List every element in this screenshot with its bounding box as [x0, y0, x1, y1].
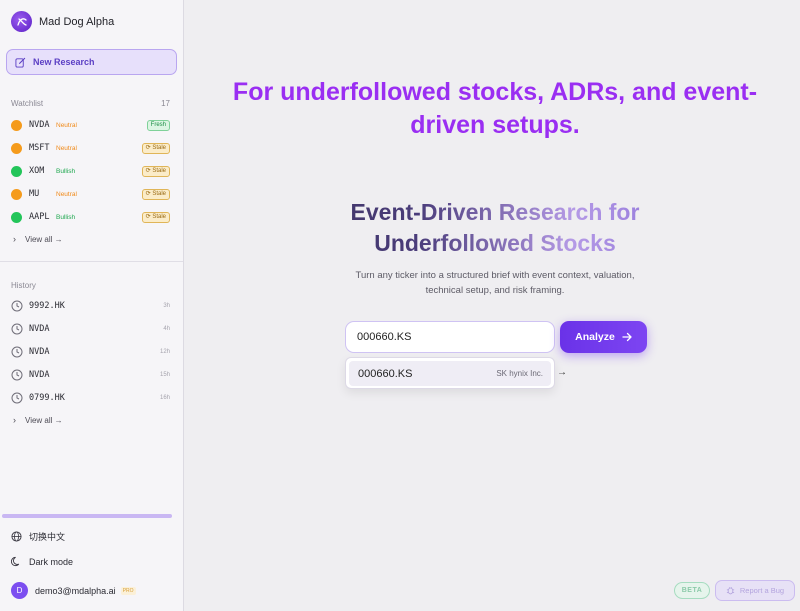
suggestion-company-name: SK hynix Inc.: [496, 369, 543, 378]
clock-icon: [11, 369, 23, 381]
language-label: 切换中文: [29, 532, 66, 542]
sentiment-dot: [11, 142, 22, 154]
beta-badge: BETA: [674, 582, 710, 599]
clock-icon: [11, 323, 23, 335]
history-item[interactable]: 0799.HK 16h: [11, 390, 172, 406]
history-ticker: 9992.HK: [29, 301, 65, 311]
history-item[interactable]: NVDA 15h: [11, 367, 172, 383]
ticker-search-box[interactable]: [345, 321, 555, 353]
watchlist-count: 17: [161, 99, 170, 108]
suggestion-dropdown: 000660.KS SK hynix Inc.: [345, 357, 555, 389]
new-research-label: New Research: [33, 57, 95, 67]
clock-icon: [11, 300, 23, 312]
app-name: Mad Dog Alpha: [39, 15, 115, 28]
language-toggle[interactable]: 切换中文: [11, 530, 65, 543]
new-research-button[interactable]: New Research: [6, 49, 177, 75]
avatar: D: [11, 582, 28, 599]
user-email: demo3@mdalpha.ai: [35, 585, 116, 596]
ticker-search-input[interactable]: [357, 331, 547, 343]
history-time: 3h: [163, 303, 170, 309]
report-bug-label: Report a Bug: [739, 586, 785, 595]
watchlist-sentiment: Neutral: [56, 144, 77, 152]
history-time: 4h: [163, 326, 170, 332]
status-badge: ⟳ Stale: [141, 211, 170, 223]
chevron-right-icon: ›: [13, 234, 16, 244]
history-item[interactable]: NVDA 12h: [11, 344, 172, 360]
view-all-label: View all →: [25, 415, 63, 425]
history-time: 15h: [159, 372, 170, 378]
page-title: Event-Driven Research for Underfollowed …: [300, 197, 690, 259]
watchlist-heading: Watchlist: [11, 99, 44, 108]
suggestion-item[interactable]: 000660.KS SK hynix Inc.: [349, 361, 551, 386]
moon-icon: [11, 556, 20, 567]
clock-icon: [11, 392, 23, 404]
logo-icon: [11, 11, 32, 32]
sidebar: Mad Dog Alpha New Research Watchlist 17 …: [0, 0, 184, 611]
user-account[interactable]: D demo3@mdalpha.ai PRO: [11, 582, 136, 599]
analyze-label: Analyze: [575, 331, 615, 343]
history-item[interactable]: 9992.HK 3h: [11, 298, 172, 314]
status-badge: ⟳ Stale: [141, 142, 170, 154]
status-badge: Fresh: [146, 119, 170, 131]
dark-mode-label: Dark mode: [29, 556, 74, 567]
clock-icon: [11, 346, 23, 358]
history-ticker: NVDA: [29, 324, 50, 334]
history-heading: History: [11, 281, 36, 290]
watchlist-sentiment: Bullish: [56, 167, 76, 175]
watchlist-ticker: NVDA: [29, 120, 50, 130]
watchlist-item-xom[interactable]: XOM Bullish ⟳ Stale: [11, 163, 172, 179]
watchlist-ticker: AAPL: [29, 212, 50, 222]
chevron-right-icon: ›: [13, 415, 16, 425]
status-badge: ⟳ Stale: [141, 165, 170, 177]
watchlist-item-nvda[interactable]: NVDA Neutral Fresh: [11, 117, 172, 133]
watchlist-sentiment: Bullish: [56, 213, 76, 221]
history-ticker: NVDA: [29, 347, 50, 357]
status-badge: ⟳ Stale: [141, 188, 170, 200]
history-time: 12h: [159, 349, 170, 355]
sentiment-dot: [11, 211, 22, 223]
sentiment-dot: [11, 119, 22, 131]
page-subtitle: Turn any ticker into a structured brief …: [355, 270, 635, 296]
watchlist-item-msft[interactable]: MSFT Neutral ⟳ Stale: [11, 140, 172, 156]
watchlist-sentiment: Neutral: [56, 190, 77, 198]
sidebar-scrollbar[interactable]: [2, 514, 172, 518]
sentiment-dot: [11, 165, 22, 177]
watchlist-ticker: XOM: [29, 166, 45, 176]
history-view-all-link[interactable]: › View all →: [13, 415, 63, 425]
bug-icon: [726, 587, 735, 595]
history-ticker: NVDA: [29, 370, 50, 380]
watchlist-item-mu[interactable]: MU Neutral ⟳ Stale: [11, 186, 172, 202]
watchlist-ticker: MU: [29, 189, 40, 199]
watchlist-sentiment: Neutral: [56, 121, 77, 129]
history-time: 16h: [159, 395, 170, 401]
hero-headline: For underfollowed stocks, ADRs, and even…: [232, 78, 758, 139]
report-bug-button[interactable]: Report a Bug: [715, 580, 795, 601]
history-item[interactable]: NVDA 4h: [11, 321, 172, 337]
arrow-right-icon: [622, 332, 632, 342]
plan-badge: PRO: [120, 586, 136, 595]
suggestion-ticker: 000660.KS: [358, 367, 413, 380]
brand[interactable]: Mad Dog Alpha: [11, 11, 114, 32]
watchlist-view-all-link[interactable]: › View all →: [13, 234, 63, 244]
arrow-right-icon: →: [557, 367, 567, 378]
globe-icon: [11, 531, 22, 542]
dark-mode-toggle[interactable]: Dark mode: [11, 556, 73, 567]
sidebar-divider: [0, 261, 183, 262]
view-all-label: View all →: [25, 234, 63, 244]
history-ticker: 0799.HK: [29, 393, 65, 403]
edit-icon: [15, 57, 26, 68]
watchlist-ticker: MSFT: [29, 143, 50, 153]
analyze-button[interactable]: Analyze: [560, 321, 647, 353]
watchlist-item-aapl[interactable]: AAPL Bullish ⟳ Stale: [11, 209, 172, 225]
sentiment-dot: [11, 188, 22, 200]
